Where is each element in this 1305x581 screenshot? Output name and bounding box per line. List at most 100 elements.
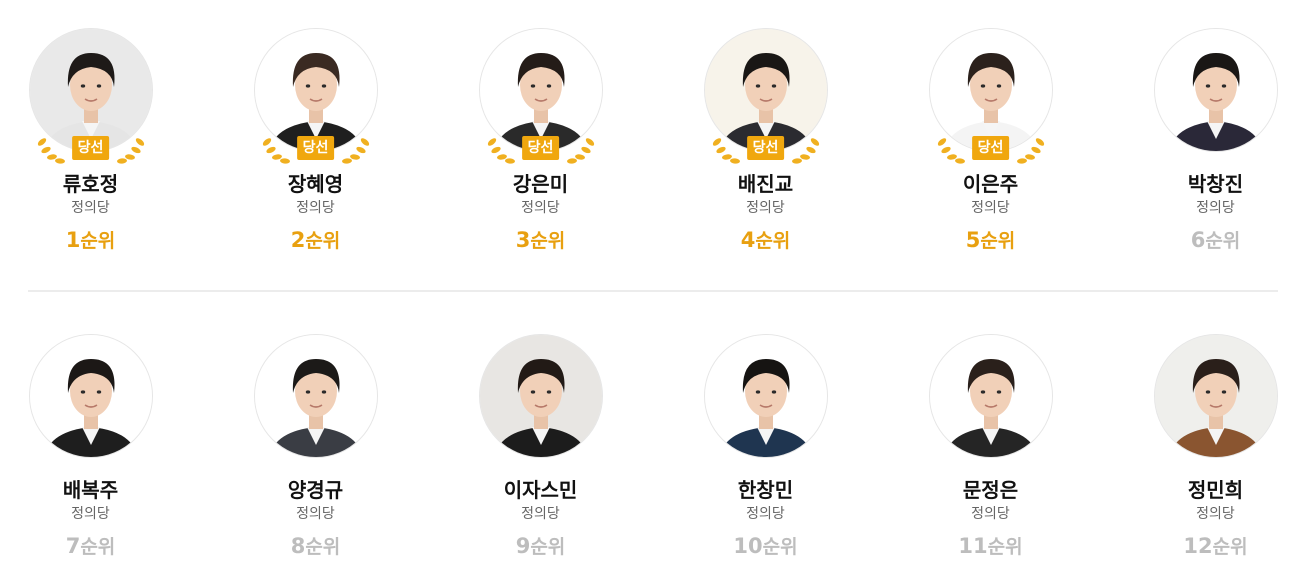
candidate-name[interactable]: 한창민 [653,474,878,503]
portrait-image [1153,28,1278,152]
candidate-name[interactable]: 배진교 [653,168,878,197]
candidate-rank: 6순위 [1103,226,1305,253]
candidate-rank: 9순위 [428,532,653,559]
rank-suffix: 순위 [530,230,566,252]
elected-badge: 당선 [971,136,1010,160]
candidate-rank: 5순위 [878,226,1103,253]
row-divider [28,290,1278,292]
rank-suffix: 순위 [987,536,1023,558]
candidate-photo[interactable]: 당선 [703,28,828,164]
candidate-row-1: 당선 류호정 정의당 1순위 당선 장혜영 정의당 2순위 당선 강은미 정의당 3순위 당선 배진교 정의… [0,0,1305,260]
candidate-name[interactable]: 이은주 [878,168,1103,197]
candidate-rank: 10순위 [653,532,878,559]
candidate-rank: 2순위 [203,226,428,253]
candidate-party: 정의당 [1196,200,1235,216]
rank-number: 7 [65,534,81,558]
candidate-photo[interactable] [253,334,378,458]
candidate-name[interactable]: 박창진 [1103,168,1305,197]
candidate-photo[interactable] [703,334,828,458]
elected-badge: 당선 [71,136,110,160]
candidate-card[interactable]: 당선장혜영정의당 2순위 [203,0,428,260]
rank-suffix: 순위 [80,536,116,558]
rank-number: 3 [515,228,531,252]
rank-suffix: 순위 [530,536,566,558]
rank-suffix: 순위 [305,230,341,252]
candidate-photo[interactable]: 당선 [478,28,603,164]
candidate-card[interactable]: 당선배진교정의당 4순위 [653,0,878,260]
candidate-card[interactable]: 양경규정의당 8순위 [203,306,428,566]
candidate-party: 정의당 [296,200,335,216]
candidate-photo[interactable]: 당선 [928,28,1053,164]
portrait-image [253,28,378,152]
candidate-name[interactable]: 이자스민 [428,474,653,503]
candidate-rank: 4순위 [653,226,878,253]
candidate-photo[interactable] [28,334,153,458]
candidate-name[interactable]: 정민희 [1103,474,1305,503]
candidate-rank: 3순위 [428,226,653,253]
candidate-card[interactable]: 당선강은미정의당 3순위 [428,0,653,260]
candidate-name[interactable]: 양경규 [203,474,428,503]
candidate-card[interactable]: 당선류호정정의당 1순위 [0,0,203,260]
rank-suffix: 순위 [1205,230,1241,252]
portrait-image [703,334,828,458]
portrait-image [253,334,378,458]
candidate-rank: 12순위 [1103,532,1305,559]
candidate-party: 정의당 [971,506,1010,522]
portrait-image [28,28,153,152]
candidate-party: 정의당 [746,506,785,522]
portrait-image [928,334,1053,458]
candidate-card[interactable]: 이자스민정의당 9순위 [428,306,653,566]
candidate-row-2: 배복주 정의당 7순위 양경규 정의당 8순위 이자스민 정의당 9순위 한창민 정의당 10순위 문정… [0,306,1305,566]
rank-number: 2 [290,228,306,252]
rank-number: 12 [1183,534,1213,558]
candidate-card[interactable]: 배복주정의당 7순위 [0,306,203,566]
candidate-party: 정의당 [71,200,110,216]
candidate-photo[interactable] [928,334,1053,458]
candidate-card[interactable]: 박창진정의당 6순위 [1103,0,1305,260]
rank-number: 11 [958,534,988,558]
candidate-name[interactable]: 배복주 [0,474,203,503]
rank-suffix: 순위 [305,536,341,558]
candidate-rank: 11순위 [878,532,1103,559]
rank-suffix: 순위 [80,230,116,252]
candidate-party: 정의당 [296,506,335,522]
rank-number: 1 [65,228,81,252]
portrait-image [1153,334,1278,458]
rank-suffix: 순위 [762,536,798,558]
candidate-photo[interactable]: 당선 [28,28,153,164]
rank-suffix: 순위 [980,230,1016,252]
rank-number: 5 [965,228,981,252]
candidate-party: 정의당 [971,200,1010,216]
rank-number: 6 [1190,228,1206,252]
portrait-image [928,28,1053,152]
candidate-rank: 8순위 [203,532,428,559]
candidate-card[interactable]: 한창민정의당 10순위 [653,306,878,566]
rank-suffix: 순위 [1212,536,1248,558]
candidate-photo[interactable]: 당선 [253,28,378,164]
candidate-party: 정의당 [71,506,110,522]
candidate-photo[interactable] [1153,28,1278,152]
candidate-party: 정의당 [746,200,785,216]
candidate-card[interactable]: 문정은정의당 11순위 [878,306,1103,566]
candidate-rank: 1순위 [0,226,203,253]
rank-suffix: 순위 [755,230,791,252]
portrait-image [478,334,603,458]
candidate-name[interactable]: 문정은 [878,474,1103,503]
candidate-photo[interactable] [478,334,603,458]
candidate-name[interactable]: 장혜영 [203,168,428,197]
portrait-image [28,334,153,458]
candidate-card[interactable]: 당선이은주정의당 5순위 [878,0,1103,260]
candidate-rank: 7순위 [0,532,203,559]
portrait-image [703,28,828,152]
rank-number: 4 [740,228,756,252]
candidate-name[interactable]: 강은미 [428,168,653,197]
candidate-name[interactable]: 류호정 [0,168,203,197]
candidate-party: 정의당 [521,506,560,522]
candidate-party: 정의당 [1196,506,1235,522]
candidate-photo[interactable] [1153,334,1278,458]
elected-badge: 당선 [296,136,335,160]
rank-number: 9 [515,534,531,558]
candidate-party: 정의당 [521,200,560,216]
elected-badge: 당선 [746,136,785,160]
candidate-card[interactable]: 정민희정의당 12순위 [1103,306,1305,566]
